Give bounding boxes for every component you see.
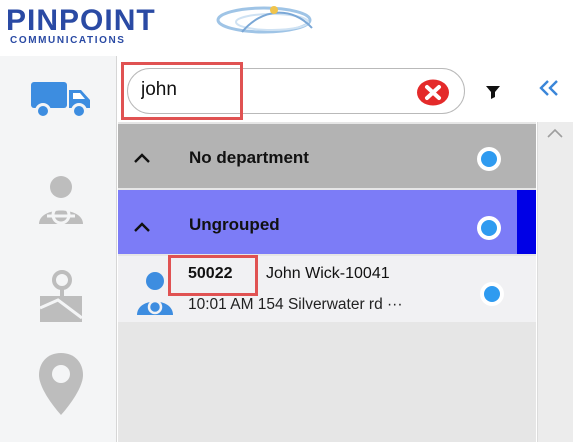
chevron-up-icon xyxy=(134,153,150,163)
scrollbar[interactable] xyxy=(537,122,573,442)
group-select-radio[interactable] xyxy=(476,215,502,241)
nav-locations[interactable] xyxy=(25,353,97,415)
nav-routes[interactable] xyxy=(25,266,97,326)
nav-drivers[interactable] xyxy=(25,170,97,230)
group-accent-bar xyxy=(517,190,536,254)
group-row-no-department[interactable]: No department xyxy=(118,124,536,188)
logo: PINPOINT COMMUNICATIONS xyxy=(0,0,360,54)
vehicle-select-radio[interactable] xyxy=(479,281,505,307)
logo-swirl-icon xyxy=(216,6,313,34)
nav-vehicles[interactable] xyxy=(25,68,97,128)
group-label: Ungrouped xyxy=(189,215,280,234)
vehicle-status: 10:01 AM 154 Silverwater rd ··· xyxy=(188,296,403,313)
map-route-icon xyxy=(39,270,83,322)
group-row-ungrouped[interactable]: Ungrouped xyxy=(118,190,536,254)
collapse-panel-button[interactable] xyxy=(536,73,562,103)
driver-icon xyxy=(39,176,83,225)
brand-name: PINPOINT xyxy=(6,4,156,37)
brand-tagline: COMMUNICATIONS xyxy=(10,35,126,46)
vehicle-id-highlight xyxy=(168,255,258,296)
vehicle-name: John Wick-10041 xyxy=(266,265,390,282)
scroll-up-button[interactable] xyxy=(546,126,564,140)
filter-icon xyxy=(486,86,500,99)
search-highlight xyxy=(121,62,243,120)
group-select-radio[interactable] xyxy=(476,146,502,172)
double-chevron-left-icon xyxy=(539,80,558,96)
clear-x-icon xyxy=(417,79,449,106)
filter-button[interactable] xyxy=(482,80,504,102)
chevron-up-icon xyxy=(547,128,563,138)
clear-search-button[interactable] xyxy=(416,79,450,106)
truck-icon xyxy=(31,82,90,119)
sidebar xyxy=(0,56,116,442)
location-pin-icon xyxy=(39,353,83,415)
chevron-up-icon xyxy=(134,222,150,232)
group-label: No department xyxy=(189,148,309,167)
